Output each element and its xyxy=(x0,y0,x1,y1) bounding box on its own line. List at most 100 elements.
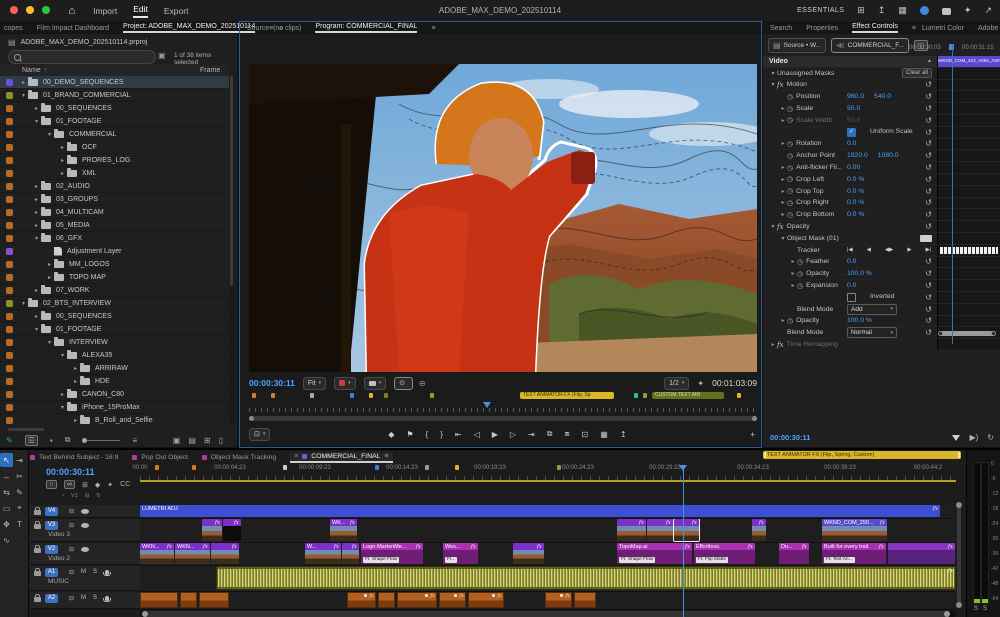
disclosure-arrow-icon[interactable]: ▸ xyxy=(32,105,41,112)
add-marker-icon[interactable]: ◆ xyxy=(95,481,100,489)
step-back-icon[interactable]: ◁ xyxy=(474,430,480,439)
disclosure-arrow-icon[interactable]: ▾ xyxy=(58,352,67,359)
timeline-clip[interactable]: WKND_COM_290... fx xyxy=(822,519,887,541)
add-button[interactable]: + xyxy=(750,430,755,439)
label-color-swatch[interactable] xyxy=(6,338,13,346)
razor-tool[interactable]: ✂ xyxy=(13,469,26,483)
project-vertical-scrollbar-thumb[interactable] xyxy=(230,76,233,286)
tree-item[interactable]: ▸ TOPO MAP xyxy=(0,271,229,284)
timeline-marker[interactable] xyxy=(375,465,379,470)
effect-row[interactable]: ▸ ◷ Crop Right 0.0 % ↺ xyxy=(763,197,1000,210)
go-to-in-icon[interactable]: ⇤ xyxy=(455,430,462,439)
tracker-button[interactable]: ◀ xyxy=(867,247,871,253)
fx-badge-icon[interactable]: fx xyxy=(777,341,784,349)
timeline-vertical-scrollbar[interactable] xyxy=(956,502,962,608)
panel-menu-icon[interactable]: ≡ xyxy=(384,453,388,460)
solo-left[interactable]: S xyxy=(974,606,978,612)
checkbox[interactable]: ✓ xyxy=(847,127,856,137)
disclosure-arrow-icon[interactable]: ▾ xyxy=(45,131,54,138)
label-color-swatch[interactable] xyxy=(6,234,13,242)
effect-row[interactable]: ▸ ◷ Scale 50.0 ↺ xyxy=(763,103,1000,115)
disclosure-arrow-icon[interactable]: ▸ xyxy=(58,157,67,164)
export-icon[interactable]: ↥ xyxy=(620,430,627,439)
timeline-clip[interactable]: Effortless. fx Ft: Flip Matte xyxy=(694,543,755,564)
lock-icon[interactable] xyxy=(34,507,41,515)
keyframe-lane[interactable] xyxy=(937,209,1000,221)
label-color-swatch[interactable] xyxy=(6,78,13,86)
keyframe-lane[interactable] xyxy=(937,67,1000,79)
sequence-marker[interactable] xyxy=(350,393,354,398)
disclosure-arrow-icon[interactable]: ▸ xyxy=(71,378,80,385)
stopwatch-icon[interactable]: ◷ xyxy=(787,105,793,113)
new-item-icon[interactable]: ⊞ xyxy=(204,436,211,445)
tree-item[interactable]: ▸ 03_GROUPS xyxy=(0,193,229,206)
column-frame[interactable]: Frame xyxy=(200,67,220,74)
disclosure-arrow-icon[interactable]: ▸ xyxy=(71,365,80,372)
timeline-clip[interactable]: TopoMap.ai fx Ft: Shape Flow xyxy=(617,543,692,564)
hand-tool[interactable]: ✥ xyxy=(0,517,13,531)
zoom-tool[interactable]: ⌖ xyxy=(13,501,26,515)
fx-badge-icon[interactable]: fx xyxy=(777,81,784,89)
track-header-a1[interactable]: A1 ⊟ M S MUSIC xyxy=(30,566,140,591)
ripple-edit-tool[interactable]: ↔ xyxy=(0,469,13,483)
reset-parameter-icon[interactable]: ↺ xyxy=(925,175,932,184)
disclosure-arrow-icon[interactable]: ▸ xyxy=(779,211,787,218)
label-color-swatch[interactable] xyxy=(6,403,13,411)
ec-playhead-line[interactable] xyxy=(952,44,953,344)
label-color-swatch[interactable] xyxy=(6,208,13,216)
mask-strip-icon[interactable] xyxy=(920,234,932,242)
property-value[interactable]: 50.0 xyxy=(847,117,860,124)
effect-row[interactable]: ▾ Unassigned Masks Clear all xyxy=(763,67,1000,80)
filter-bin-icon[interactable]: ▣ xyxy=(158,51,166,60)
timeline-marker[interactable] xyxy=(425,465,429,470)
comments-icon[interactable] xyxy=(941,8,951,15)
timeline-clip[interactable]: fx xyxy=(211,543,239,564)
list-view-icon[interactable]: ☰ xyxy=(24,434,38,446)
reset-parameter-icon[interactable]: ↺ xyxy=(925,293,932,302)
tracker-button[interactable]: ◀▶ xyxy=(885,247,893,253)
effect-row[interactable]: ▸ ◷ Crop Top 0.0 % ↺ xyxy=(763,185,1000,198)
label-color-swatch[interactable] xyxy=(6,104,13,112)
mute-button[interactable]: M xyxy=(81,569,86,575)
disclosure-arrow-icon[interactable]: ▸ xyxy=(32,196,41,203)
source-patch-icon[interactable]: ⊟ xyxy=(69,508,74,515)
lock-icon[interactable] xyxy=(34,594,41,602)
effect-row[interactable]: ▾ fx Opacity ↺ xyxy=(763,221,1000,233)
timeline-clip[interactable]: fx xyxy=(617,519,646,541)
reset-parameter-icon[interactable]: ↺ xyxy=(925,187,932,196)
source-patch-icon[interactable]: ⊟ xyxy=(69,546,74,553)
reset-parameter-icon[interactable]: ↺ xyxy=(925,316,932,325)
keyframe-lane[interactable] xyxy=(937,197,1000,209)
timeline-clip[interactable]: Logo-MartenMe... fx Ft: Shape Flow xyxy=(361,543,423,564)
tree-item[interactable]: ▸ PRORES_LOG xyxy=(0,154,229,167)
disclosure-arrow-icon[interactable]: ▾ xyxy=(769,70,777,77)
track-select-forward-tool[interactable]: ⇥ xyxy=(13,453,26,467)
tree-item[interactable]: ▸ OCF xyxy=(0,141,229,154)
sequence-marker[interactable] xyxy=(271,393,275,398)
tree-item[interactable]: ▾ 01_FOOTAGE xyxy=(0,323,229,336)
monitor-scrollbar[interactable] xyxy=(249,416,757,421)
tree-item[interactable]: ▸ 00_SEQUENCES xyxy=(0,102,229,115)
disclosure-arrow-icon[interactable]: ▾ xyxy=(769,223,777,230)
zoom-slider[interactable] xyxy=(82,437,121,443)
track-header-v2[interactable]: V2 ⊟ Video 2 xyxy=(30,543,140,565)
timeline-marker-span[interactable]: TEXT ANIMATOR FX (Flip, Spring, Custom) xyxy=(763,451,961,459)
solo-right[interactable]: S xyxy=(983,606,987,612)
effect-row[interactable]: ◷ Anchor Point 1920.0 1080.0 ↺ xyxy=(763,150,1000,163)
effect-row[interactable]: ◷ Position 960.0 540.0 ↺ xyxy=(763,91,1000,104)
disclosure-arrow-icon[interactable]: ▾ xyxy=(769,81,777,88)
timeline-tab-2[interactable]: Object Mask Tracking xyxy=(201,454,276,461)
stopwatch-icon[interactable]: ◷ xyxy=(787,140,793,148)
stopwatch-icon[interactable]: ◷ xyxy=(787,211,793,219)
comparison-view-icon[interactable]: ▦ xyxy=(600,430,608,439)
audio-clip[interactable] xyxy=(140,592,178,608)
timeline-clip[interactable]: Du... fx xyxy=(779,543,809,564)
disclosure-arrow-icon[interactable]: ▸ xyxy=(32,313,41,320)
label-color-swatch[interactable] xyxy=(6,299,13,307)
stopwatch-icon[interactable]: ◷ xyxy=(797,258,803,266)
tree-item[interactable]: ▸ 04_MULTICAM xyxy=(0,206,229,219)
timeline-marker[interactable] xyxy=(557,465,561,470)
sequence-marker[interactable] xyxy=(310,393,314,398)
timeline-playhead-line[interactable] xyxy=(683,465,684,617)
label-color-swatch[interactable] xyxy=(6,117,13,125)
